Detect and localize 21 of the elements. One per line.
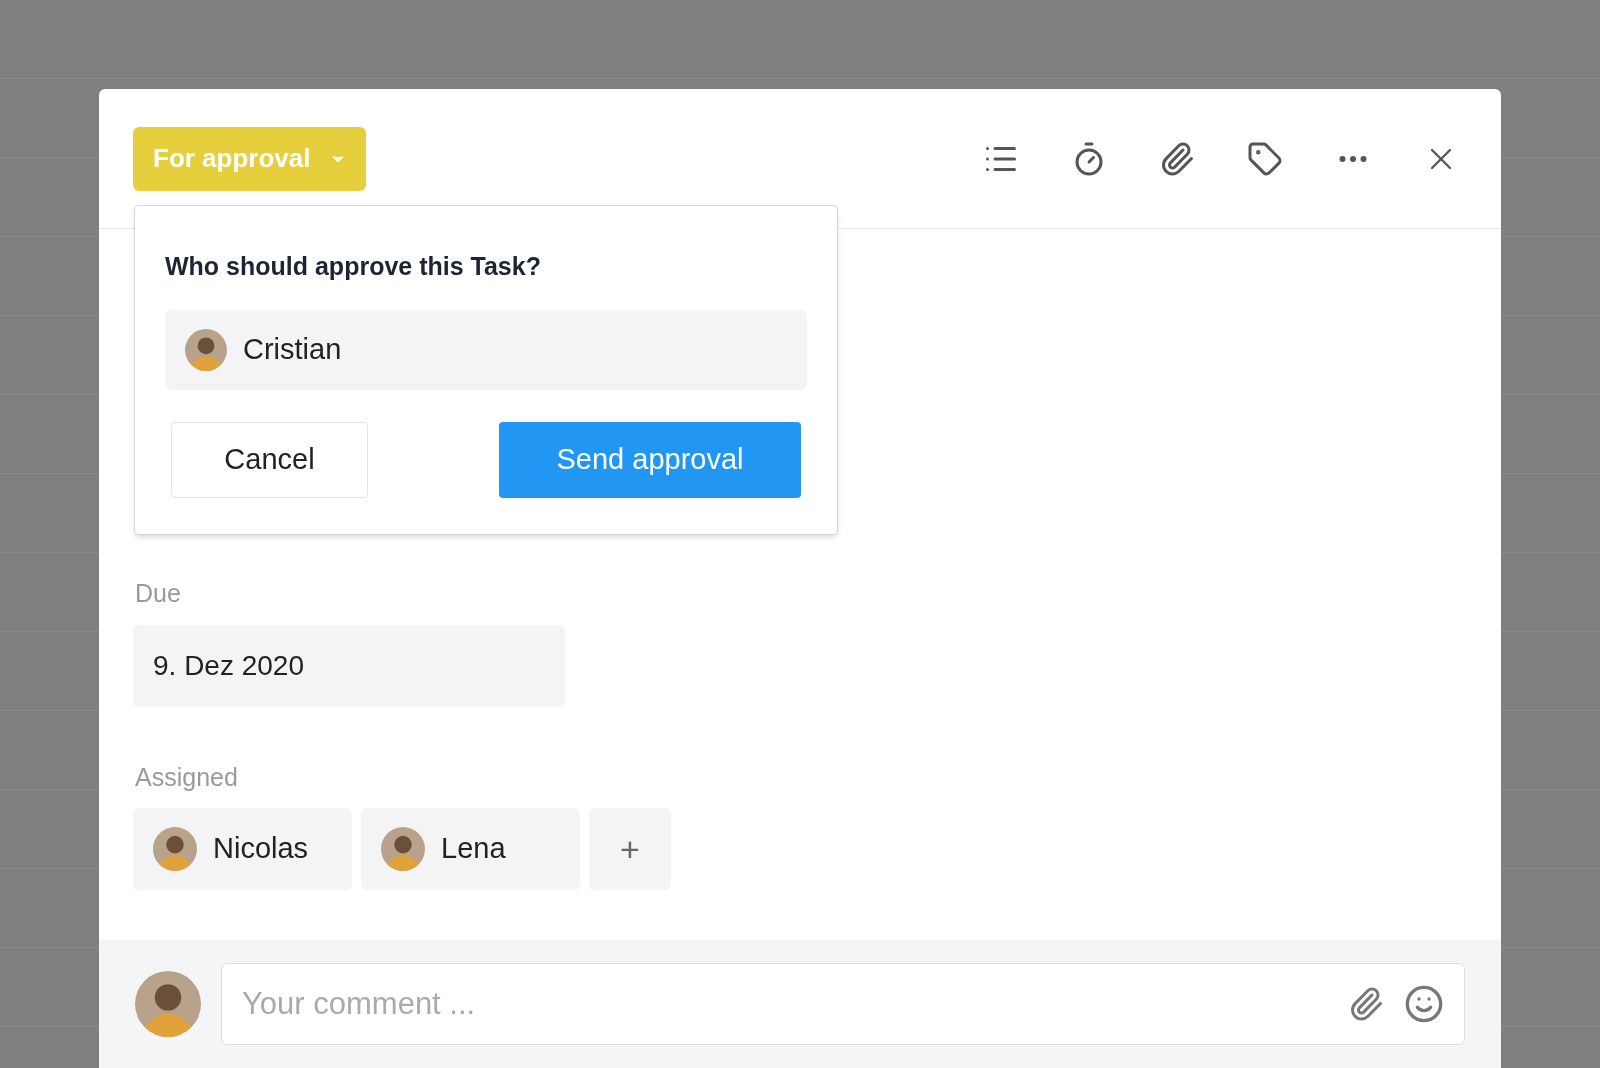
assignee-name: Nicolas — [213, 831, 309, 867]
paperclip-icon[interactable] — [1159, 140, 1195, 177]
cancel-button[interactable]: Cancel — [171, 421, 368, 498]
tag-icon[interactable] — [1247, 140, 1283, 177]
approver-field[interactable]: Cristian — [165, 309, 807, 390]
comment-field[interactable]: Your comment ... — [221, 963, 1465, 1045]
due-date-field[interactable]: 9. Dez 2020 — [133, 624, 565, 707]
assignee-chip[interactable]: Nicolas — [133, 808, 352, 890]
approver-name: Cristian — [243, 331, 342, 367]
comment-input[interactable]: Your comment ... — [242, 980, 1328, 1028]
popover-question: Who should approve this Task? — [165, 251, 542, 282]
add-assignee-button[interactable]: + — [589, 808, 671, 890]
avatar — [381, 827, 425, 871]
avatar — [185, 328, 227, 371]
due-label: Due — [134, 578, 182, 609]
assignee-name: Lena — [441, 831, 506, 867]
avatar — [153, 827, 197, 871]
assignee-chip[interactable]: Lena — [361, 808, 580, 890]
paperclip-icon[interactable] — [1348, 986, 1384, 1022]
assigned-label: Assigned — [134, 761, 239, 793]
emoji-icon[interactable] — [1404, 984, 1444, 1024]
